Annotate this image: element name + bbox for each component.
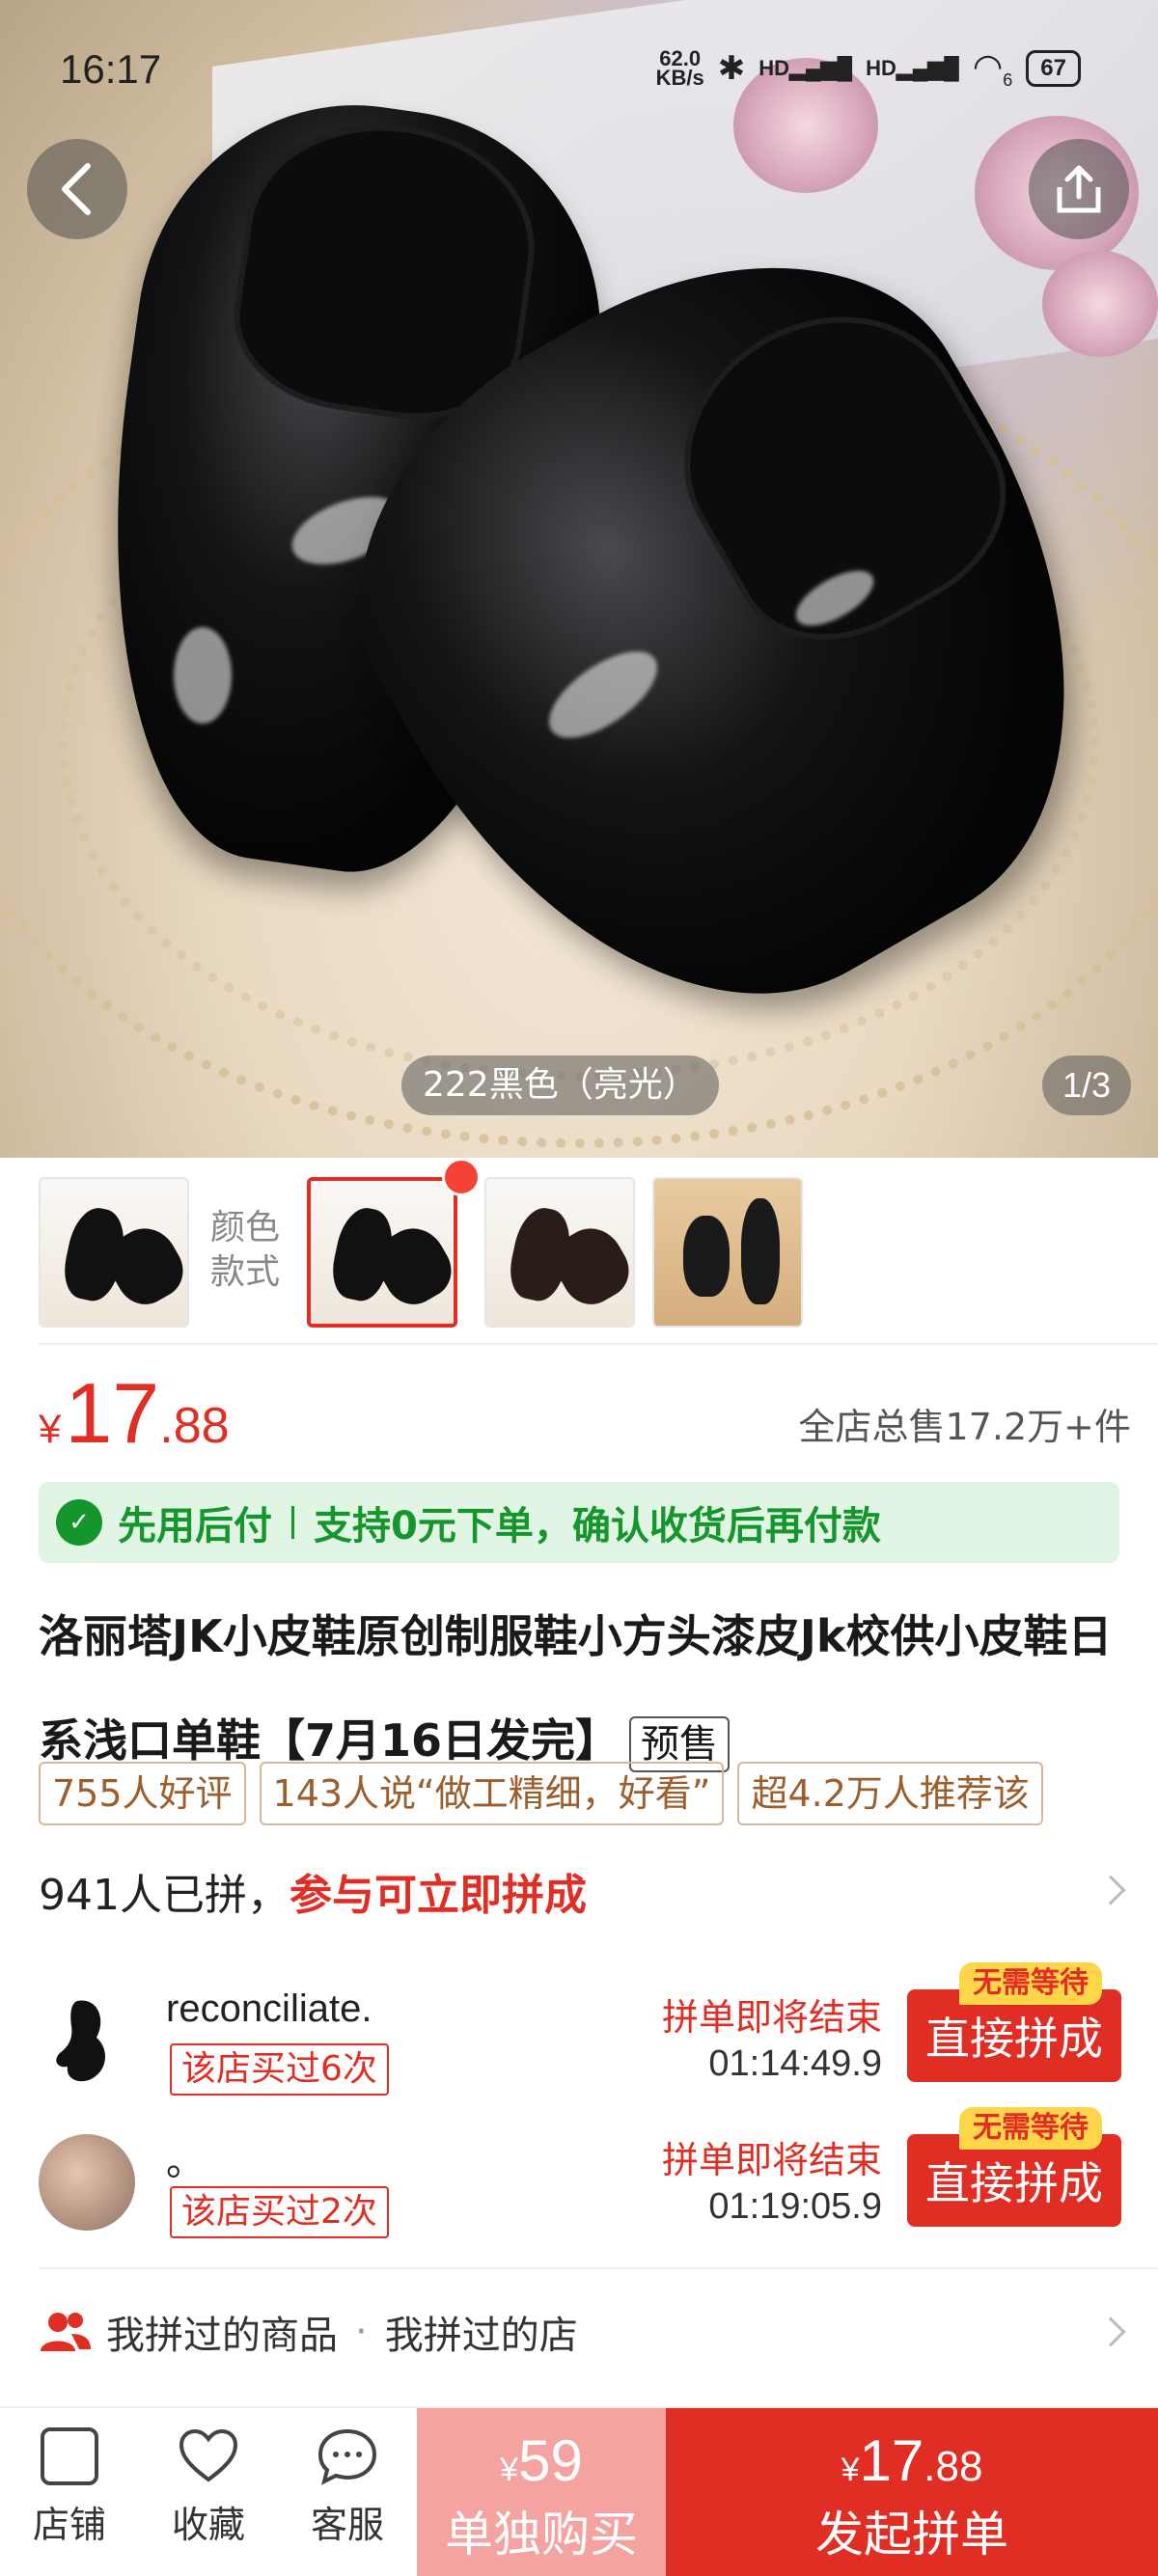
wifi-number: 6 (1003, 70, 1013, 91)
group-price: ¥17.88 (666, 2427, 1158, 2494)
store-icon (41, 2427, 98, 2485)
store-label: 店铺 (32, 2504, 106, 2546)
image-index: 1/3 (1042, 1055, 1131, 1115)
battery-icon: 67 (1026, 50, 1081, 88)
history-shops[interactable]: 我拼过的店 (385, 2304, 578, 2360)
net-speed: 62.0 KB/s (655, 48, 704, 91)
group-timer: 01:14:49.9 (708, 2043, 882, 2084)
review-tag[interactable]: 超4.2万人推荐该 (737, 1762, 1043, 1825)
history-goods[interactable]: 我拼过的商品 (106, 2304, 338, 2360)
flower-decoration (1042, 251, 1158, 357)
bought-count-badge: 该店买过6次 (170, 2043, 389, 2096)
no-wait-badge: 无需等待 (959, 2107, 1102, 2150)
bluetooth-icon: ✱ (717, 50, 746, 88)
avatar (39, 1991, 135, 2088)
share-button[interactable] (1029, 139, 1129, 239)
separator (291, 1506, 294, 1539)
hd-label: HD (758, 56, 790, 81)
wifi-icon: ◠6 (972, 46, 1013, 91)
signal-icon: HD▂▄▆█ (866, 56, 959, 81)
heart-icon (179, 2428, 238, 2482)
price: ¥ 17 .88 (39, 1364, 230, 1463)
group-ending-label: 拼单即将结束 (661, 2139, 882, 2181)
bought-count-badge: 该店买过2次 (170, 2186, 389, 2238)
avatar (39, 2134, 135, 2231)
customer-service-button[interactable]: 客服 (290, 2427, 405, 2548)
group-timer: 01:19:05.9 (708, 2186, 882, 2227)
group-price-decimal: .88 (924, 2443, 983, 2490)
group-count: 941人已拼， (39, 1871, 290, 1920)
chevron-right-icon (1095, 2316, 1126, 2347)
no-wait-badge: 无需等待 (959, 1962, 1102, 2005)
signal-icon: HD▂▄▆█ (758, 56, 853, 81)
service-label: 客服 (310, 2504, 384, 2546)
product-main-image[interactable]: 16:17 62.0 KB/s ✱ HD▂▄▆█ HD▂▄▆█ ◠6 67 22… (0, 0, 1158, 1158)
total-sold: 全店总售17.2万+件 (798, 1406, 1131, 1448)
status-time: 16:17 (60, 46, 162, 92)
review-tags: 755人好评 143人说“做工精细，好看” 超4.2万人推荐该 (39, 1762, 1043, 1825)
group-label: 发起拼单 (815, 2507, 1008, 2562)
price-currency: ¥ (39, 1406, 62, 1451)
group-price-integer: 17 (859, 2428, 924, 2493)
alone-currency: ¥ (500, 2452, 519, 2488)
join-button-label: 直接拼成 (925, 2013, 1103, 2065)
pay-later-icon: ✓ (56, 1499, 102, 1546)
buy-alone-button[interactable]: ¥59 单独购买 (417, 2408, 666, 2576)
variant-thumb[interactable] (484, 1177, 635, 1328)
group-cta: 参与可立即拼成 (289, 1871, 587, 1920)
join-button-label: 直接拼成 (925, 2157, 1103, 2209)
product-title-text: 洛丽塔JK小皮鞋原创制服鞋小方头漆皮Jk校供小皮鞋日系浅口单鞋【7月16日发完】 (39, 1610, 1113, 1767)
chevron-left-icon (62, 163, 91, 215)
style-label: 款式 (210, 1252, 281, 1292)
thumb-shoe (683, 1216, 730, 1297)
thumb-shoe (741, 1198, 780, 1304)
share-icon (1057, 165, 1101, 213)
review-tag[interactable]: 755人好评 (39, 1762, 246, 1825)
price-decimal: .88 (159, 1398, 230, 1454)
pay-later-label: 先用后付 (118, 1504, 272, 1548)
review-tag[interactable]: 143人说“做工精细，好看” (259, 1762, 725, 1825)
color-label: 颜色 (210, 1208, 281, 1247)
users-icon (41, 2313, 91, 2351)
start-group-button[interactable]: ¥17.88 发起拼单 (666, 2408, 1158, 2576)
pay-later-banner[interactable]: ✓ 先用后付 支持0元下单，确认收货后再付款 (39, 1482, 1119, 1563)
group-ending-label: 拼单即将结束 (661, 1996, 882, 2039)
favorite-button[interactable]: 收藏 (151, 2427, 266, 2548)
shine (174, 627, 232, 724)
price-integer: 17 (65, 1365, 160, 1461)
alone-price-value: 59 (518, 2428, 583, 2493)
color-style-label[interactable]: 颜色 款式 (210, 1206, 280, 1295)
chat-icon (317, 2428, 377, 2485)
pay-later-desc: 支持0元下单，确认收货后再付款 (314, 1504, 881, 1548)
bottom-action-bar: 店铺 收藏 客服 ¥59 单独购买 ¥17.88 发起拼单 (0, 2406, 1158, 2576)
favorite-label: 收藏 (171, 2504, 245, 2546)
variant-thumb[interactable] (39, 1177, 189, 1328)
alone-label: 单独购买 (445, 2507, 638, 2562)
alone-price: ¥59 (417, 2427, 666, 2494)
avatar-silhouette-icon (56, 2000, 106, 2082)
product-page: 16:17 62.0 KB/s ✱ HD▂▄▆█ HD▂▄▆█ ◠6 67 22… (0, 0, 1158, 2576)
group-buy-header[interactable]: 941人已拼，参与可立即拼成 (39, 1860, 587, 1922)
divider (39, 1343, 1158, 1345)
purchase-history-row[interactable]: 我拼过的商品 · 我拼过的店 (39, 2304, 578, 2360)
separator-dot: · (355, 2310, 368, 2354)
divider (39, 2267, 1158, 2269)
net-speed-unit: KB/s (655, 66, 704, 91)
group-currency: ¥ (841, 2452, 860, 2488)
user-name: 。 (166, 2141, 205, 2183)
user-name: reconciliate. (166, 1987, 372, 2030)
back-button[interactable] (27, 139, 127, 239)
chevron-right-icon (1095, 1875, 1126, 1905)
variant-tag: 222黑色（亮光） (401, 1055, 719, 1115)
store-button[interactable]: 店铺 (12, 2427, 127, 2548)
hot-icon (442, 1158, 481, 1196)
variant-thumb[interactable] (652, 1177, 803, 1328)
variant-thumb-selected[interactable] (307, 1177, 457, 1328)
status-icons: 62.0 KB/s ✱ HD▂▄▆█ HD▂▄▆█ ◠6 67 (656, 46, 1081, 91)
hd-label: HD (866, 56, 896, 81)
